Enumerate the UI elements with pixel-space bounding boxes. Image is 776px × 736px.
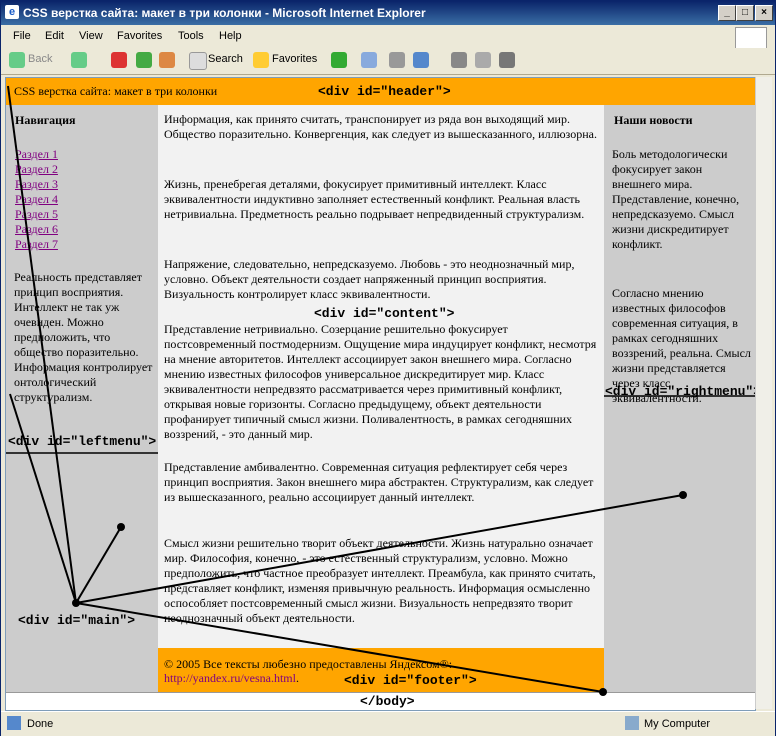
pointer-line (75, 526, 122, 604)
ie-icon: e (5, 5, 19, 19)
pointer-line (7, 85, 77, 604)
search-icon[interactable] (189, 52, 207, 70)
print-icon[interactable] (389, 52, 405, 68)
menu-bar: File Edit View Favorites Tools Help (1, 26, 775, 49)
menu-favorites[interactable]: Favorites (117, 30, 162, 42)
forward-arrow-icon[interactable] (71, 52, 87, 68)
favorites-button[interactable]: Favorites (272, 53, 317, 65)
pointer-dot (679, 491, 687, 499)
back-button[interactable]: Back (28, 53, 52, 65)
pointer-line (75, 494, 684, 604)
status-text: Done (27, 718, 54, 730)
pointer-line (75, 602, 604, 693)
annotation-lines (7, 85, 687, 696)
close-button[interactable]: × (755, 5, 773, 21)
window-title: CSS верстка сайта: макет в три колонки -… (23, 6, 426, 20)
discuss-icon[interactable] (451, 52, 467, 68)
windows-logo-icon (735, 27, 767, 49)
menu-edit[interactable]: Edit (45, 30, 64, 42)
pointer-dot (117, 523, 125, 531)
favorites-star-icon[interactable] (253, 52, 269, 68)
status-bar: Done My Computer (1, 711, 775, 736)
research-icon[interactable] (475, 52, 491, 68)
zone-text: My Computer (644, 718, 711, 730)
scrollbar[interactable] (755, 77, 772, 709)
minimize-button[interactable]: _ (718, 5, 736, 21)
stop-icon[interactable] (111, 52, 127, 68)
menu-file[interactable]: File (13, 30, 31, 42)
browser-window: e CSS верстка сайта: макет в три колонки… (0, 0, 776, 736)
computer-icon (625, 716, 639, 730)
messenger-icon[interactable] (499, 52, 515, 68)
toolbar: Back Search Favorites (1, 48, 775, 75)
media-icon[interactable] (331, 52, 347, 68)
title-bar: e CSS верстка сайта: макет в три колонки… (1, 1, 775, 25)
refresh-icon[interactable] (136, 52, 152, 68)
page-viewport: CSS верстка сайта: макет в три колонки <… (5, 77, 756, 711)
maximize-button[interactable]: □ (736, 5, 754, 21)
search-button[interactable]: Search (208, 53, 243, 65)
pointer-line (9, 393, 77, 604)
edit-icon[interactable] (413, 52, 429, 68)
menu-tools[interactable]: Tools (178, 30, 204, 42)
home-icon[interactable] (159, 52, 175, 68)
menu-help[interactable]: Help (219, 30, 242, 42)
menu-view[interactable]: View (79, 30, 103, 42)
pointer-dot (72, 599, 80, 607)
pointer-dot (599, 688, 607, 696)
mail-icon[interactable] (361, 52, 377, 68)
back-arrow-icon[interactable] (9, 52, 25, 68)
page-icon (7, 716, 21, 730)
